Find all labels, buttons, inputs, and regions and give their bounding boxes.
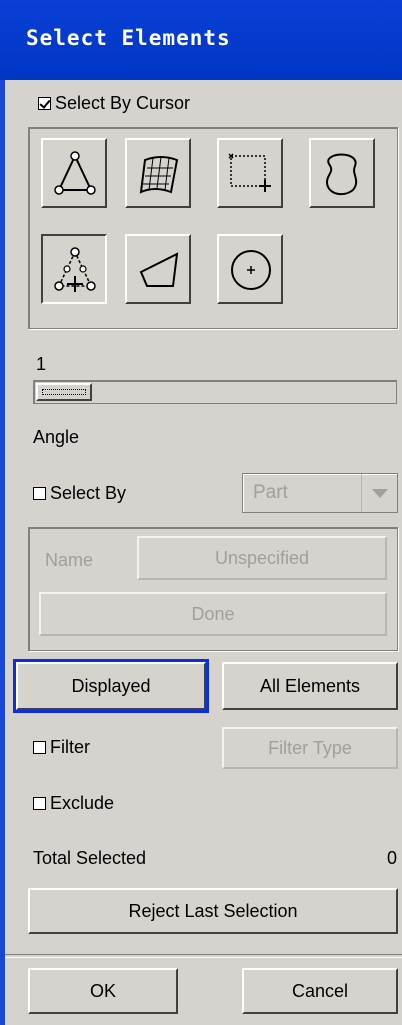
- adjacent-nodes-icon: [54, 247, 96, 292]
- tool-triangle-nodes[interactable]: [41, 138, 107, 208]
- tool-circle-select[interactable]: [217, 234, 283, 304]
- circle-select-icon: [231, 250, 271, 290]
- divider: [5, 954, 402, 958]
- all-elements-button[interactable]: All Elements: [222, 662, 398, 710]
- selection-tools-group: [28, 127, 398, 329]
- rectangle-select-icon: [228, 153, 271, 192]
- name-group: Name Unspecified Done: [28, 527, 398, 651]
- tool-adjacent-nodes[interactable]: [41, 234, 107, 304]
- window-title: Select Elements: [26, 26, 231, 50]
- polygon-select-icon: [139, 252, 179, 287]
- checkbox-unchecked-icon: [33, 741, 46, 754]
- filter-label: Filter: [50, 737, 90, 757]
- title-bar: Select Elements: [0, 0, 402, 80]
- slider-value: 1: [36, 354, 47, 374]
- select-by-dropdown[interactable]: Part: [242, 473, 398, 513]
- unspecified-button[interactable]: Unspecified: [137, 536, 387, 580]
- select-by-checkbox[interactable]: Select By: [33, 483, 126, 504]
- mesh-surface-icon: [139, 156, 179, 194]
- displayed-button[interactable]: Displayed: [13, 659, 209, 713]
- select-by-cursor-label: Select By Cursor: [55, 93, 191, 113]
- filter-checkbox[interactable]: Filter: [33, 737, 90, 758]
- select-by-cursor-checkbox[interactable]: Select By Cursor: [38, 93, 190, 114]
- done-button[interactable]: Done: [39, 592, 387, 636]
- chevron-down-icon[interactable]: [361, 474, 397, 512]
- select-by-label: Select By: [50, 483, 127, 503]
- slider-thumb[interactable]: [36, 383, 92, 401]
- ok-button[interactable]: OK: [28, 968, 178, 1014]
- checkbox-unchecked-icon: [33, 797, 46, 810]
- total-selected-label: Total Selected: [33, 848, 147, 868]
- checkbox-checked-icon: [38, 97, 51, 110]
- checkbox-unchecked-icon: [33, 487, 46, 500]
- filter-type-button[interactable]: Filter Type: [222, 727, 398, 769]
- reject-last-selection-button[interactable]: Reject Last Selection: [28, 888, 398, 934]
- tool-freeform-select[interactable]: [309, 138, 375, 208]
- angle-label: Angle: [33, 427, 80, 447]
- tool-polygon-select[interactable]: [125, 234, 191, 304]
- selection-slider[interactable]: [33, 380, 397, 404]
- dropdown-value: Part: [253, 482, 288, 503]
- cancel-button[interactable]: Cancel: [242, 968, 398, 1014]
- exclude-checkbox[interactable]: Exclude: [33, 793, 114, 814]
- triangle-nodes-icon: [54, 151, 96, 195]
- tool-rectangle-select[interactable]: [217, 138, 283, 208]
- tool-surface-mesh[interactable]: [125, 138, 191, 208]
- name-label: Name: [45, 550, 94, 570]
- total-selected-count: 0: [387, 848, 398, 868]
- freeform-select-icon: [325, 153, 358, 196]
- exclude-label: Exclude: [50, 793, 115, 813]
